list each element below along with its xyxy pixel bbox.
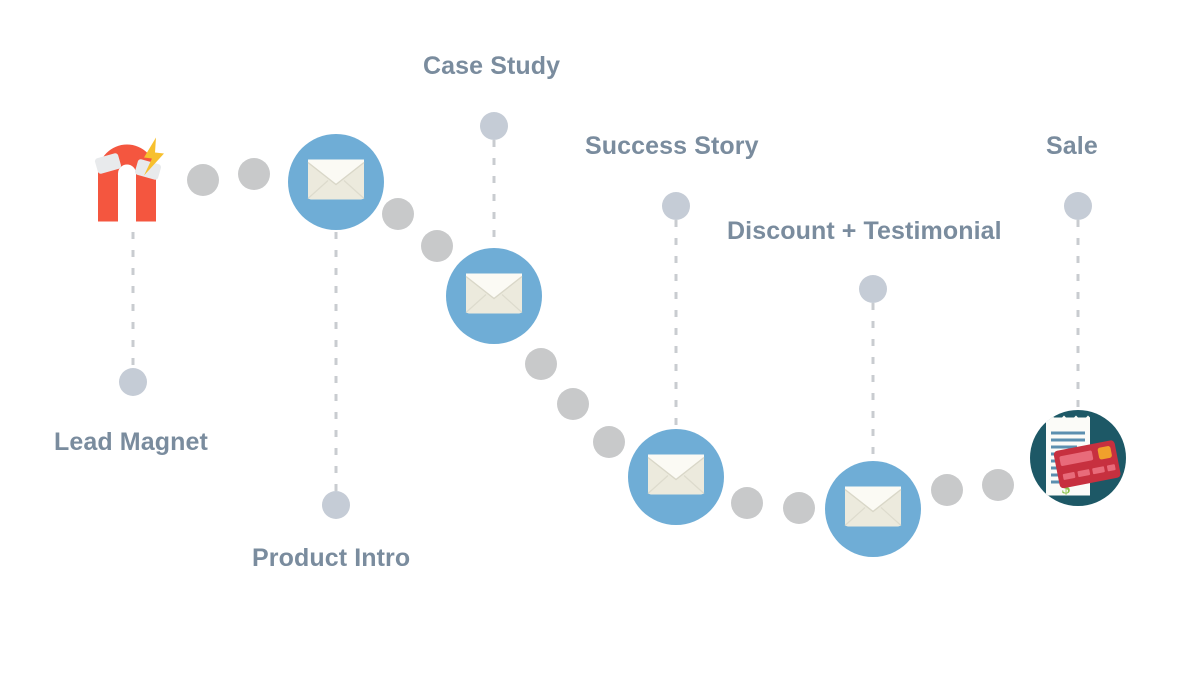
stage-label-product-intro: Product Intro [252, 544, 411, 572]
label-marker-lead-magnet [119, 368, 147, 396]
path-dot [525, 348, 557, 380]
funnel-node-lead-magnet[interactable] [85, 134, 181, 230]
diagram-canvas [119, 112, 1092, 524]
label-marker-sale [1064, 192, 1092, 220]
funnel-node-success-story[interactable] [628, 429, 724, 525]
path-dot [783, 492, 815, 524]
envelope-icon [307, 159, 365, 206]
stage-label-lead-magnet: Lead Magnet [54, 428, 208, 456]
label-marker-product-intro [322, 491, 350, 519]
label-marker-success-story [662, 192, 690, 220]
stage-label-success-story: Success Story [585, 132, 759, 160]
funnel-node-case-study[interactable] [446, 248, 542, 344]
stage-label-discount-testimonial: Discount + Testimonial [727, 217, 1002, 245]
path-dot [557, 388, 589, 420]
path-dot [187, 164, 219, 196]
funnel-node-product-intro[interactable] [288, 134, 384, 230]
path-dot [931, 474, 963, 506]
path-dot [238, 158, 270, 190]
stage-label-case-study: Case Study [423, 52, 561, 80]
stage-label-sale: Sale [1046, 132, 1098, 160]
funnel-node-sale[interactable]: $ [1030, 410, 1126, 506]
magnet-icon [90, 134, 176, 231]
envelope-icon [647, 454, 705, 501]
path-dot [731, 487, 763, 519]
label-marker-case-study [480, 112, 508, 140]
funnel-node-discount-testimonial[interactable] [825, 461, 921, 557]
path-dot [593, 426, 625, 458]
envelope-icon [465, 273, 523, 320]
label-marker-discount-testimonial [859, 275, 887, 303]
path-dot [982, 469, 1014, 501]
path-dot [421, 230, 453, 262]
receipt-credit-card-icon: $ [1030, 410, 1126, 506]
path-dot [382, 198, 414, 230]
envelope-icon [844, 486, 902, 533]
funnel-diagram: $ Lead Magnet Product Intro Case Study Succ… [0, 0, 1200, 675]
